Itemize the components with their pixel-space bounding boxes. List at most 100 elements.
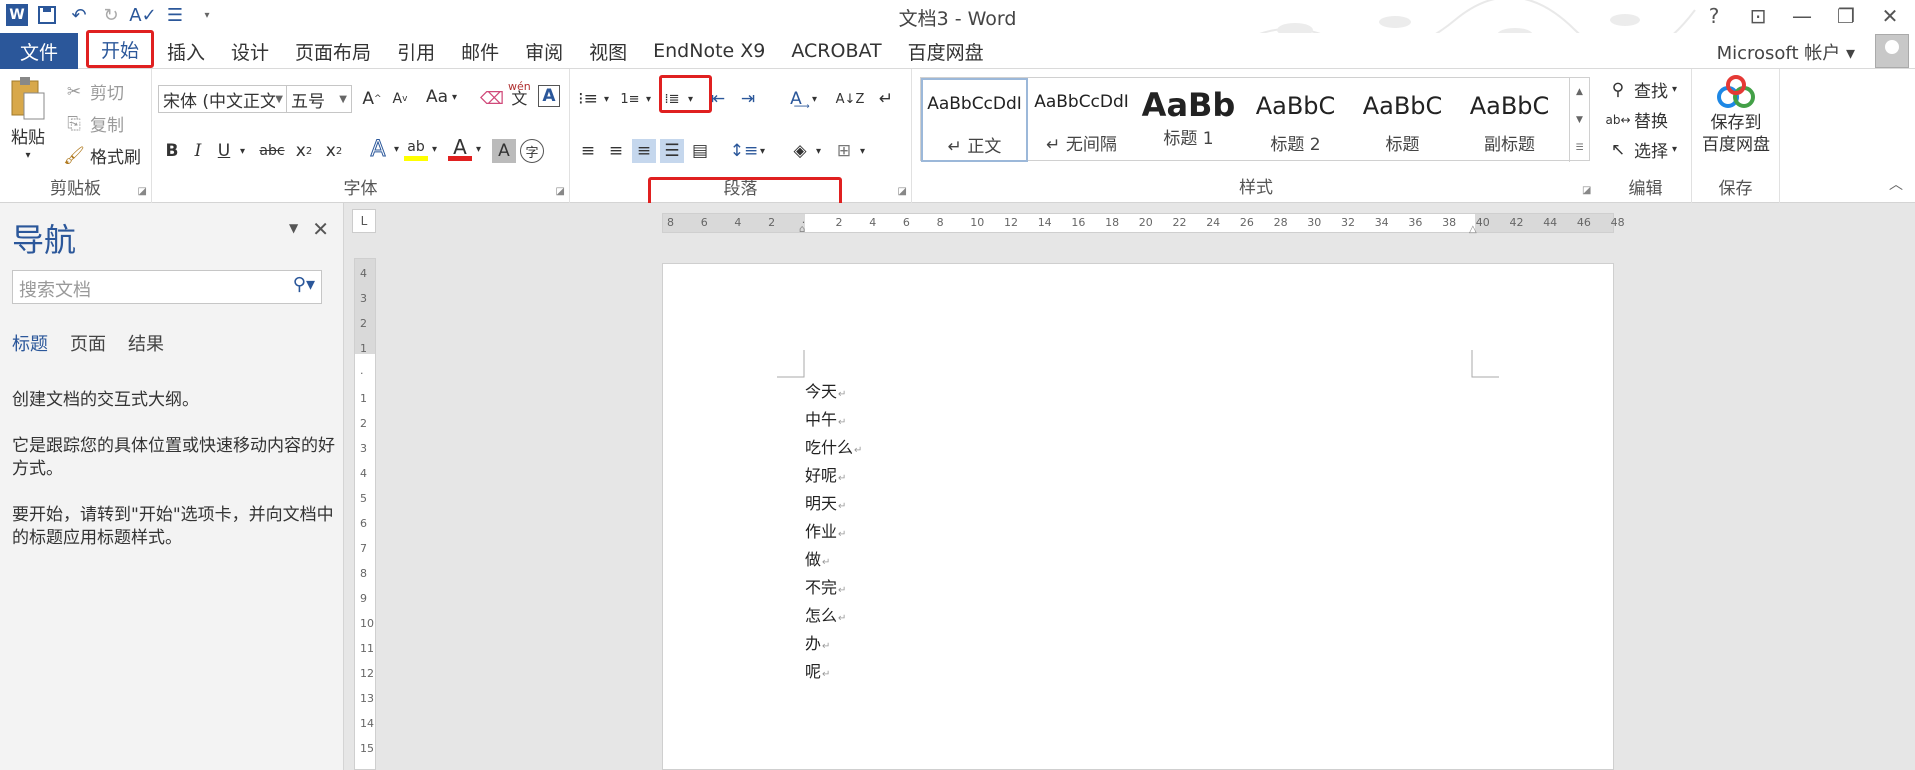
tab-selector[interactable]: L (352, 209, 376, 233)
account-menu[interactable]: Microsoft 帐户 ▾ (1717, 39, 1855, 65)
style-name: 标题 1 (1163, 129, 1214, 149)
styles-launcher-icon[interactable]: ◪ (1582, 185, 1591, 196)
tab-headings[interactable]: 标题 (12, 330, 48, 356)
tab-review[interactable]: 审阅 (512, 33, 576, 69)
find-button[interactable]: ⚲ 查找 ▾ (1606, 77, 1678, 103)
search-input[interactable]: 搜索文档 ⚲▾ (12, 270, 322, 304)
help-icon[interactable]: ? (1697, 2, 1731, 30)
replace-button[interactable]: ab↔ 替换 (1605, 107, 1668, 132)
style-no-spacing[interactable]: AaBbCcDdI ↵ 无间隔 (1028, 78, 1135, 162)
text-effects-button[interactable]: A ▾ (366, 136, 399, 162)
cut-label: 剪切 (90, 84, 124, 104)
character-shading-button[interactable]: A (492, 139, 516, 163)
tab-insert[interactable]: 插入 (154, 33, 218, 69)
close-icon[interactable]: ✕ (312, 217, 329, 241)
line-spacing-button[interactable]: ↕≡ ▾ (730, 139, 765, 163)
strikethrough-button[interactable]: abc (259, 139, 284, 163)
superscript-button[interactable]: x2 (322, 139, 346, 163)
tab-results[interactable]: 结果 (128, 330, 164, 356)
phonetic-guide-button[interactable]: wén 文 (508, 81, 531, 107)
copy-button[interactable]: ⎘ 复制 (62, 111, 124, 137)
tab-mailings[interactable]: 邮件 (448, 33, 512, 69)
font-name-select[interactable]: 宋体 (中文正文 ▼ (158, 85, 288, 113)
clear-formatting-button[interactable]: ⌫ (480, 87, 504, 111)
search-icon[interactable]: ⚲▾ (293, 274, 315, 295)
align-left-button[interactable]: ≡ (576, 139, 600, 163)
tab-baidu-netdisk[interactable]: 百度网盘 (895, 33, 997, 69)
chinese-layout-button[interactable]: A͢ ▾ (784, 87, 817, 111)
subscript-button[interactable]: x2 (292, 139, 316, 163)
change-case-button[interactable]: Aa ▾ (426, 87, 457, 107)
right-indent-marker-icon[interactable]: △ (1469, 224, 1477, 235)
shrink-font-button[interactable]: Av (388, 87, 412, 111)
style-title[interactable]: AaBbC 标题 (1349, 78, 1456, 162)
save-to-baidu-button[interactable]: 保存到 百度网盘 (1698, 75, 1774, 155)
nav-options-icon[interactable]: ▼ (289, 221, 298, 241)
restore-icon[interactable]: ❐ (1829, 2, 1863, 30)
grow-font-button[interactable]: A ^ (360, 87, 384, 111)
font-color-button[interactable]: A ▾ (448, 135, 481, 161)
chinese-layout-icon: A͢ (790, 89, 802, 109)
highlight-color-button[interactable]: ab ▾ (404, 137, 437, 161)
font-launcher-icon[interactable]: ◪ (556, 186, 565, 197)
tab-page-layout[interactable]: 页面布局 (282, 33, 384, 69)
ruler-tick-label: 4 (734, 216, 742, 229)
avatar[interactable] (1875, 34, 1909, 68)
close-icon[interactable]: ✕ (1873, 2, 1907, 30)
style-heading-2[interactable]: AaBbC 标题 2 (1242, 78, 1349, 162)
bullets-button[interactable]: ⁝≡ ▾ (576, 87, 609, 111)
more-styles-icon[interactable]: ☰ (1575, 143, 1583, 153)
chevron-down-icon: ▾ (1672, 84, 1678, 95)
doc-line: 做 (805, 547, 862, 575)
tab-file[interactable]: 文件 (0, 33, 78, 69)
style-heading-1[interactable]: AaBb 标题 1 (1135, 78, 1242, 162)
tab-home[interactable]: 开始 (86, 30, 155, 68)
font-size-select[interactable]: 五号 ▼ (286, 85, 352, 113)
paragraph-mark-icon: ↵ (878, 89, 894, 109)
paragraph-launcher-icon[interactable]: ◪ (898, 186, 907, 197)
tab-view[interactable]: 视图 (576, 33, 640, 69)
ribbon-display-icon[interactable]: ⊡ (1741, 2, 1775, 30)
align-right-button[interactable]: ≡ (632, 139, 656, 163)
tab-acrobat[interactable]: ACROBAT (778, 33, 894, 69)
align-left-icon: ≡ (580, 141, 596, 161)
document-body[interactable]: 今天 中午 吃什么 好呢 明天 作业 做 不完 怎么 办 呢 (805, 379, 862, 687)
chevron-up-icon[interactable]: ▲ (1576, 87, 1583, 97)
horizontal-ruler[interactable]: 8 6 4 2 · 2 4 6 8 10 12 14 16 18 20 22 24 26 28 30 32 34 36 38 4… (662, 213, 1625, 235)
select-button[interactable]: ↖ 选择 ▾ (1606, 137, 1677, 163)
ruler-tick-label: 8 (936, 216, 944, 229)
shading-button[interactable]: ◈ ▾ (788, 139, 821, 163)
paste-button[interactable]: 粘贴 ▾ (8, 77, 48, 161)
minimize-icon[interactable]: — (1785, 2, 1819, 30)
collapse-ribbon-icon[interactable]: ︿ (1889, 174, 1903, 194)
styles-scrollbar[interactable]: ▲ ▼ ☰ (1569, 78, 1589, 162)
document-page[interactable]: 今天 中午 吃什么 好呢 明天 作业 做 不完 怎么 办 呢 (662, 263, 1614, 770)
tab-pages[interactable]: 页面 (70, 330, 106, 356)
vertical-ruler[interactable]: 4 3 2 1 · 1 2 3 4 5 6 7 8 9 10 11 12 13 14 15 (354, 258, 376, 770)
numbering-button[interactable]: 1≡ ▾ (618, 87, 651, 111)
tab-references[interactable]: 引用 (384, 33, 448, 69)
borders-button[interactable]: ⊞ ▾ (832, 139, 865, 163)
character-border-button[interactable]: A (538, 85, 560, 107)
tab-design[interactable]: 设计 (218, 33, 282, 69)
bold-button[interactable]: B (160, 139, 184, 163)
increase-indent-button[interactable]: ⇥ (736, 87, 760, 111)
format-painter-button[interactable]: 🖌 格式刷 (62, 143, 141, 169)
distributed-button[interactable]: ▤ (688, 139, 712, 163)
enclose-characters-button[interactable]: 字 (520, 139, 544, 163)
cut-button[interactable]: ✂ 剪切 (62, 79, 124, 105)
clipboard-launcher-icon[interactable]: ◪ (138, 186, 147, 197)
ruler-tick-label: 28 (1273, 216, 1288, 229)
style-subtitle[interactable]: AaBbC 副标题 (1456, 78, 1563, 162)
show-marks-button[interactable]: ↵ (874, 87, 898, 111)
italic-button[interactable]: I (186, 139, 210, 163)
style-normal[interactable]: AaBbCcDdI ↵ 正文 (921, 78, 1028, 162)
sort-button[interactable]: A↓Z (836, 87, 865, 111)
indent-marker-icon[interactable]: ⌂ (799, 224, 805, 235)
underline-button[interactable]: U ▾ (212, 139, 245, 163)
chevron-down-icon[interactable]: ▼ (1576, 115, 1583, 125)
margin-corner-mark (777, 350, 805, 378)
tab-endnote[interactable]: EndNote X9 (640, 33, 778, 69)
justify-button[interactable]: ☰ (660, 139, 684, 163)
align-center-button[interactable]: ≡ (604, 139, 628, 163)
